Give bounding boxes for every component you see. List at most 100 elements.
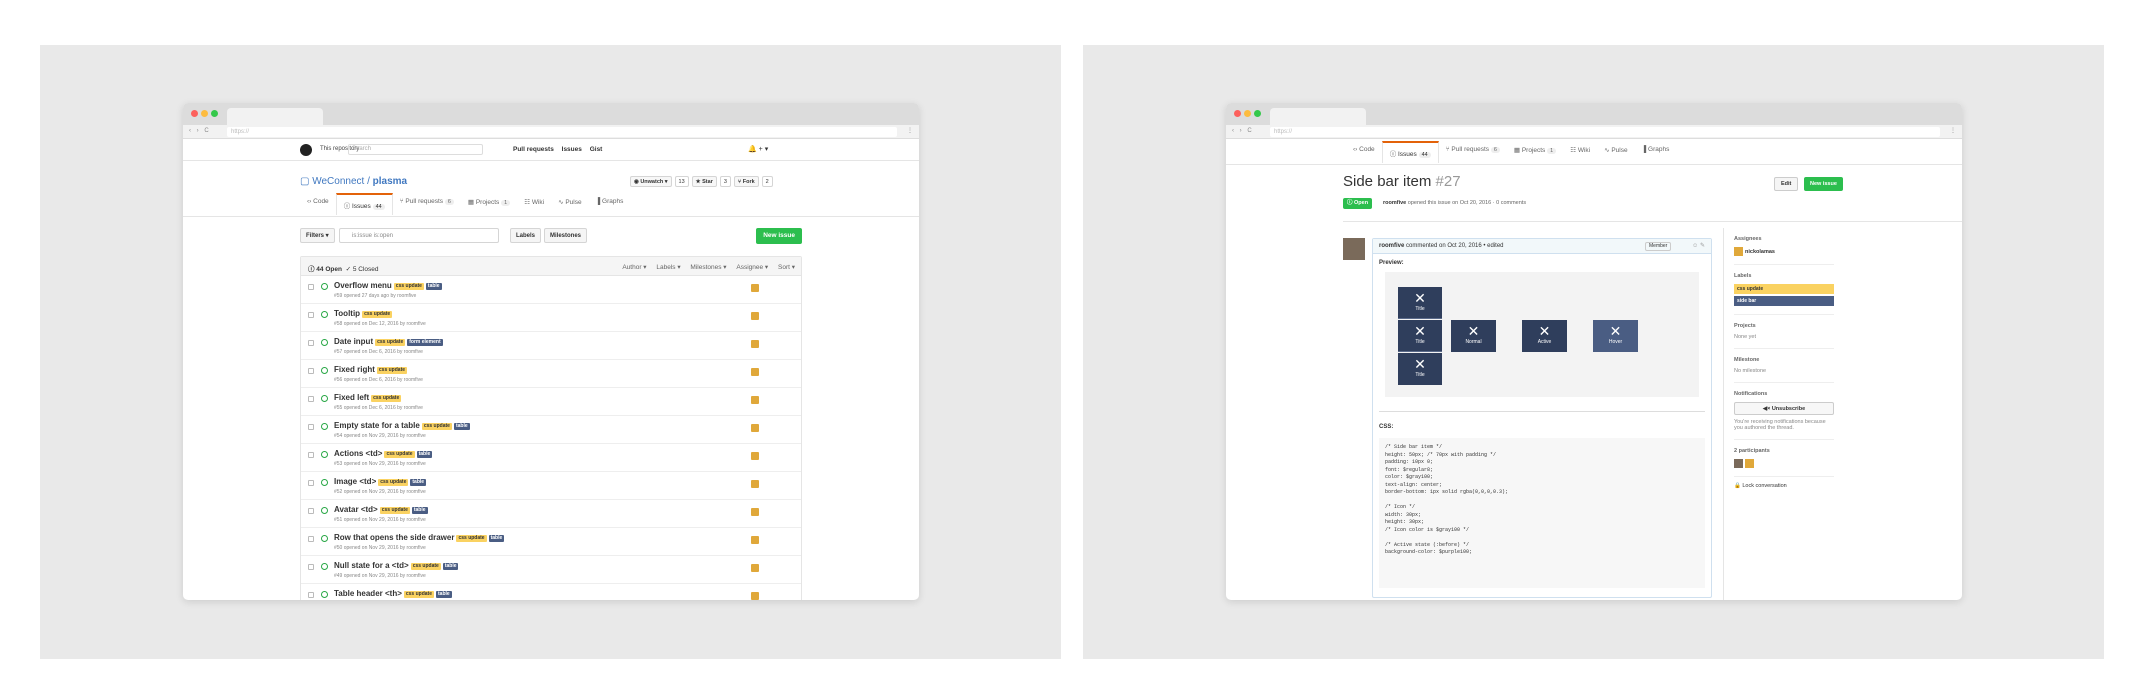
edit-button[interactable]: Edit [1774,177,1799,191]
milestones-filter[interactable]: Milestones ▾ [690,264,726,271]
labels-button[interactable]: Labels [510,228,542,243]
issue-label[interactable]: css update [403,591,434,598]
maximize-window-button[interactable] [211,110,218,117]
filters-button[interactable]: Filters ▾ [300,228,335,243]
table-row[interactable]: Avatar <td> css update table #51 opened on… [301,500,801,528]
issue-label[interactable]: css update [362,311,393,318]
labels-section[interactable]: Labels css update side bar [1734,273,1834,315]
browser-tab[interactable] [1270,108,1366,125]
unsubscribe-button[interactable]: ◀× Unsubscribe [1734,402,1834,415]
issue-title-link[interactable]: Date input [334,337,373,346]
tab-pulse[interactable]: ∿ Pulse [1597,141,1635,163]
table-row[interactable]: Actions <td> css update table #53 opened o… [301,444,801,472]
author-filter[interactable]: Author ▾ [622,264,646,271]
star-button[interactable]: ★ Star [691,176,717,187]
issue-title-link[interactable]: Actions <td> [334,449,382,458]
table-row[interactable]: Date input css update form element #57 ope… [301,332,801,360]
table-row[interactable]: Null state for a <td> css update table #49… [301,556,801,584]
issue-search-input[interactable]: is:issue is:open [339,228,499,243]
issue-title-link[interactable]: Avatar <td> [334,505,378,514]
table-row[interactable]: Overflow menu css update table #59 opened … [301,276,801,304]
row-checkbox[interactable] [308,508,314,514]
issue-label[interactable]: table [411,507,428,514]
repo-name-link[interactable]: plasma [373,176,407,187]
tab-issues[interactable]: ⓘ Issues 44 [1381,141,1439,163]
issue-label[interactable]: table [442,563,459,570]
table-row[interactable]: Fixed left css update #55 opened on Dec 6… [301,388,801,416]
avatar[interactable] [751,564,759,572]
tab-graphs[interactable]: ▐ Graphs [1635,141,1677,163]
search-input[interactable]: Search [348,144,483,155]
tab-pull-requests[interactable]: ⑂ Pull requests 6 [1439,141,1507,163]
browser-menu-icon[interactable]: ⋮ [1950,127,1956,134]
issue-label[interactable]: css update [456,535,487,542]
milestones-button[interactable]: Milestones [544,228,588,243]
watch-count[interactable]: 13 [674,176,689,187]
back-forward-reload-icons[interactable]: ‹ › C [189,128,211,134]
issue-label[interactable]: table [410,479,427,486]
tab-pulse[interactable]: ∿ Pulse [551,193,589,215]
address-bar[interactable]: https:// [227,127,897,137]
issue-label[interactable]: form element [407,339,443,346]
issue-label[interactable]: css update [393,283,424,290]
header-icons[interactable]: 🔔 + ▾ [748,145,768,153]
avatar[interactable] [751,536,759,544]
avatar[interactable] [751,284,759,292]
minimize-window-button[interactable] [1244,110,1251,117]
issue-title-link[interactable]: Fixed left [334,393,369,402]
new-issue-button[interactable]: New issue [756,228,802,244]
issue-label[interactable]: css update [384,451,415,458]
sort-filter[interactable]: Sort ▾ [778,264,795,271]
row-checkbox[interactable] [308,396,314,402]
tab-code[interactable]: ‹› Code [300,193,336,215]
fork-button[interactable]: ⑂ Fork [733,176,759,187]
row-checkbox[interactable] [308,424,314,430]
avatar[interactable] [751,480,759,488]
row-checkbox[interactable] [308,592,314,598]
avatar[interactable] [751,396,759,404]
issue-label[interactable]: table [436,591,452,598]
open-count[interactable]: ⓘ 44 Open [308,266,342,273]
avatar[interactable] [751,424,759,432]
avatar[interactable] [751,368,759,376]
nav-pull-requests[interactable]: Pull requests [513,146,554,153]
github-logo-icon[interactable] [300,144,312,156]
tab-pull-requests[interactable]: ⑂ Pull requests 6 [393,193,461,215]
avatar[interactable] [751,592,759,600]
avatar[interactable] [751,340,759,348]
nav-issues[interactable]: Issues [562,146,582,153]
tab-projects[interactable]: ▦ Projects 1 [1507,141,1563,163]
comment-action-icons[interactable]: ☺ ✎ [1692,242,1705,249]
back-forward-reload-icons[interactable]: ‹ › C [1232,128,1254,134]
maximize-window-button[interactable] [1254,110,1261,117]
issue-label[interactable]: css update [375,339,406,346]
avatar[interactable] [751,508,759,516]
fork-count[interactable]: 2 [761,176,773,187]
issue-label[interactable]: table [416,451,433,458]
row-checkbox[interactable] [308,452,314,458]
issue-author-link[interactable]: roomfive [1383,200,1406,206]
new-issue-button[interactable]: New issue [1804,177,1843,191]
browser-tab[interactable] [227,108,323,125]
table-row[interactable]: Image <td> css update table #52 opened on … [301,472,801,500]
issue-title-link[interactable]: Null state for a <td> [334,561,409,570]
tab-graphs[interactable]: ▐ Graphs [589,193,631,215]
row-checkbox[interactable] [308,284,314,290]
row-checkbox[interactable] [308,564,314,570]
avatar[interactable] [1745,459,1754,468]
minimize-window-button[interactable] [201,110,208,117]
tab-code[interactable]: ‹› Code [1346,141,1382,163]
closed-count[interactable]: ✓ 5 Closed [346,266,379,273]
avatar[interactable] [1734,459,1743,468]
assignee-filter[interactable]: Assignee ▾ [736,264,768,271]
avatar[interactable] [751,312,759,320]
milestone-section[interactable]: Milestone No milestone [1734,357,1834,383]
close-window-button[interactable] [191,110,198,117]
comment-author-link[interactable]: roomfive [1379,243,1404,249]
lock-conversation-link[interactable]: 🔒 Lock conversation [1734,483,1962,489]
tab-projects[interactable]: ▦ Projects 1 [461,193,517,215]
issue-title-link[interactable]: Fixed right [334,365,375,374]
issue-title-link[interactable]: Image <td> [334,477,376,486]
row-checkbox[interactable] [308,368,314,374]
issue-label[interactable]: css update [379,507,410,514]
